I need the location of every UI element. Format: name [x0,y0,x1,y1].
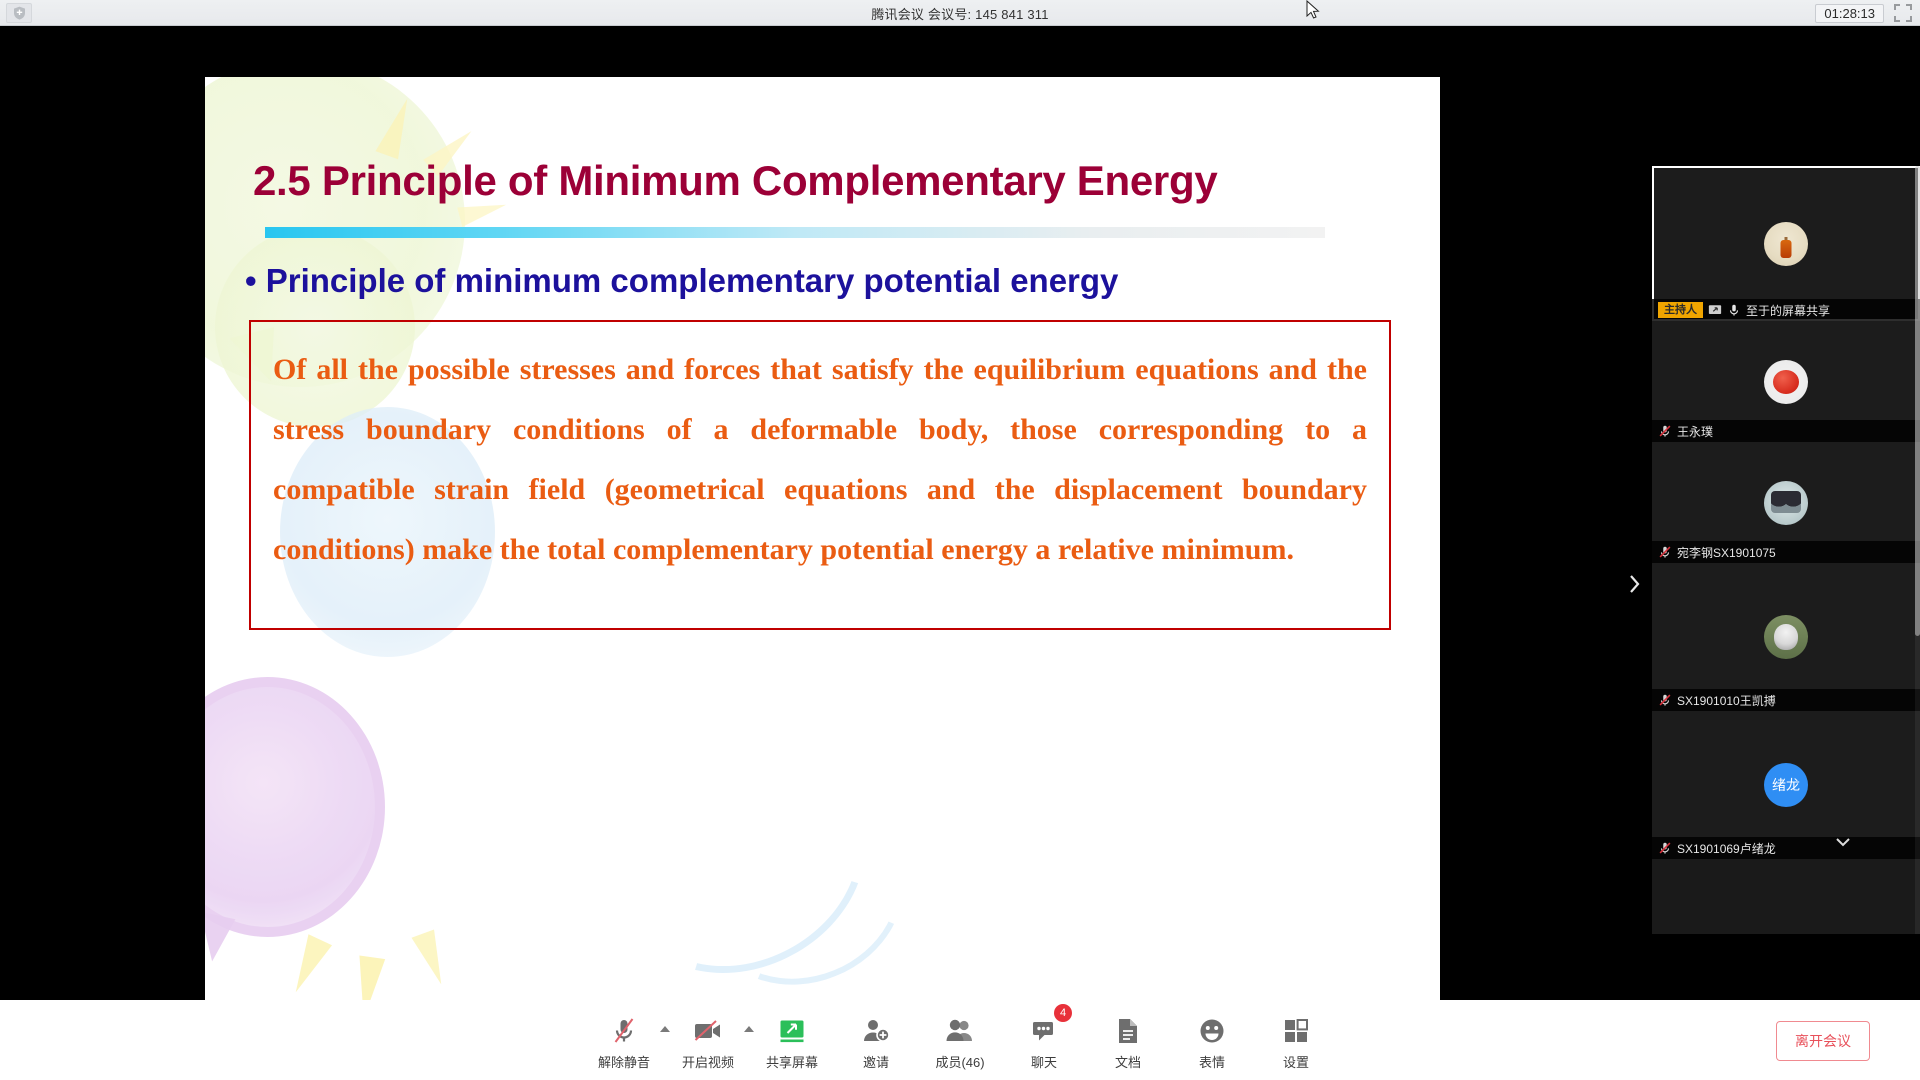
avatar [1764,480,1808,525]
participant-tile[interactable]: 绪龙 SX1901069卢绪龙 [1652,711,1920,859]
meeting-title: 腾讯会议 会议号: 145 841 311 [871,6,1049,22]
toolbar-invite-button[interactable]: 邀请 [834,1010,918,1071]
restore-window-icon[interactable] [1894,4,1912,22]
camera-off-icon [693,1016,723,1046]
avatar [1764,221,1808,266]
chevron-down-icon [1836,838,1850,847]
mic-muted-icon [1659,842,1671,854]
toolbar-label: 解除静音 [597,1054,650,1070]
toolbar-label: 文档 [1114,1054,1141,1070]
decorative-purple-tail [205,911,236,965]
participant-tile[interactable]: SX1901010王凯搏 [1652,563,1920,711]
meeting-timer: 01:28:13 [1815,3,1884,23]
members-icon [945,1016,975,1046]
decorative-ray [283,934,333,998]
participant-tile[interactable]: 王永璞 [1652,321,1920,442]
toolbar-label: 开启视频 [681,1054,734,1070]
decorative-ray [375,94,419,160]
participant-name: 宛李钢SX1901075 [1677,545,1776,560]
toolbar-items: 解除静音 开启视频 共享屏幕 邀请 成员(46) 4 聊天 文档 表情 设置 [582,1003,1338,1071]
leave-meeting-button[interactable]: 离开会议 [1776,1021,1870,1061]
window-titlebar: 腾讯会议 会议号: 145 841 311 01:28:13 [0,0,1920,26]
participant-info-bar: SX1901069卢绪龙 [1652,837,1920,859]
toolbar-chat-button[interactable]: 4 聊天 [1002,1003,1086,1071]
decorative-arc [681,785,929,1014]
participant-info-bar: 主持人 至于的屏幕共享 [1652,299,1920,321]
slide-body-text: Of all the possible stresses and forces … [273,353,1367,566]
screen-share-icon [777,1016,807,1046]
decorative-arc [587,720,903,1014]
panel-scrollbar-thumb[interactable] [1915,166,1920,636]
toolbar-start-video-button[interactable]: 开启视频 [666,1010,754,1071]
chat-unread-badge: 4 [1054,1003,1072,1022]
screen-share-icon [1708,305,1722,314]
avatar [1764,615,1808,659]
settings-grid-icon [1283,1016,1309,1046]
slide-body-box: Of all the possible stresses and forces … [249,320,1391,630]
panel-more-button[interactable] [1832,833,1854,851]
host-badge: 主持人 [1658,301,1703,319]
toolbar-label: 邀请 [862,1054,889,1070]
avatar: 绪龙 [1764,763,1808,807]
participant-info-bar: SX1901010王凯搏 [1652,689,1920,711]
slide-title-rule [265,227,1325,238]
mic-muted-icon [611,1016,637,1046]
participant-name: SX1901010王凯搏 [1677,693,1776,708]
toolbar-emoji-button[interactable]: 表情 [1170,1010,1254,1071]
chat-icon [1030,1016,1058,1046]
chevron-right-icon [1630,575,1640,593]
participant-name: 至于的屏幕共享 [1746,303,1831,318]
meeting-toolbar: 解除静音 开启视频 共享屏幕 邀请 成员(46) 4 聊天 文档 表情 设置 离… [0,1000,1920,1080]
mic-muted-icon [1659,694,1671,706]
titlebar-controls: 01:28:13 [1815,0,1912,26]
toolbar-label: 设置 [1282,1054,1309,1070]
emoji-icon [1198,1016,1226,1046]
slide-title: 2.5 Principle of Minimum Complementary E… [253,157,1218,204]
participant-info-bar: 宛李钢SX1901075 [1652,541,1920,563]
slide-subtitle: • Principle of minimum complementary pot… [245,262,1119,299]
document-icon [1116,1016,1140,1046]
toolbar-label: 共享屏幕 [765,1054,818,1070]
mic-muted-icon [1659,546,1671,558]
meeting-stage: 2.5 Principle of Minimum Complementary E… [0,26,1920,1026]
mic-on-icon [1729,304,1739,316]
avatar [1764,359,1808,404]
mouse-cursor [1306,0,1320,19]
decorative-purple-balloon [205,677,385,937]
participant-tile-host[interactable]: 主持人 至于的屏幕共享 [1652,166,1920,321]
toolbar-label: 成员(46) [935,1054,985,1070]
participant-video [1652,166,1920,321]
participant-info-bar: 王永璞 [1652,420,1920,442]
toolbar-document-button[interactable]: 文档 [1086,1010,1170,1071]
participant-name: 王永璞 [1677,424,1714,439]
toolbar-settings-button[interactable]: 设置 [1254,1010,1338,1071]
toolbar-label: 表情 [1198,1054,1225,1070]
shared-slide: 2.5 Principle of Minimum Complementary E… [205,77,1440,1022]
mic-muted-icon [1659,425,1671,437]
participant-panel: 主持人 至于的屏幕共享 王永璞 宛李钢SX1901075 SX1901010王凯… [1630,166,1920,934]
decorative-ray [411,929,453,989]
participant-name: SX1901069卢绪龙 [1677,841,1776,856]
toolbar-unmute-button[interactable]: 解除静音 [582,1010,670,1071]
invite-user-icon [862,1016,890,1046]
panel-collapse-button[interactable] [1624,564,1646,604]
participant-tile[interactable]: 宛李钢SX1901075 [1652,442,1920,563]
toolbar-label: 聊天 [1030,1054,1057,1070]
toolbar-members-button[interactable]: 成员(46) [918,1010,1002,1071]
panel-scrollbar[interactable] [1915,166,1920,934]
toolbar-share-screen-button[interactable]: 共享屏幕 [750,1010,834,1071]
